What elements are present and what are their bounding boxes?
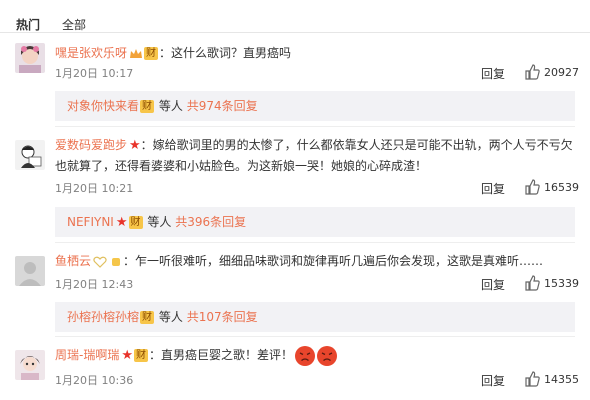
comment-time: 1月20日 12:43	[55, 278, 134, 291]
star-badge-icon: ★	[129, 138, 141, 153]
wealth-badge: 财	[128, 216, 143, 229]
avatar[interactable]	[15, 350, 45, 380]
sub-reply-user[interactable]: 孙榕孙榕孙榕	[67, 310, 139, 324]
thumbs-up-icon[interactable]	[524, 179, 540, 195]
reply-button[interactable]: 回复	[481, 65, 505, 82]
username[interactable]: 嘿是张欢乐呀	[55, 46, 127, 60]
star-badge-icon: ★	[121, 348, 133, 363]
tabs-divider	[0, 32, 590, 33]
divider	[55, 336, 575, 337]
avatar[interactable]	[15, 43, 45, 73]
sub-replies-box[interactable]: NEFIYNI ★ 财 等人 共396条回复	[55, 207, 575, 237]
comment-text: 爱数码爱跑步 ★：嫁给歌词里的男的太惨了，什么都依靠女人还只是可能不出轨，两个人亏…	[55, 135, 575, 177]
angry-face-icon	[317, 345, 338, 366]
wealth-badge: 财	[140, 100, 155, 113]
thumbs-up-icon[interactable]	[524, 371, 540, 387]
user-badges: 财	[127, 43, 159, 64]
reply-button[interactable]: 回复	[481, 372, 505, 389]
username[interactable]: 鱼栖云	[55, 254, 91, 268]
comment-body: ：这什么歌词？直男癌吗	[159, 46, 292, 60]
crown-badge-icon	[130, 48, 143, 58]
sub-reply-count[interactable]: 共396条回复	[175, 215, 246, 229]
like-count: 20927	[544, 66, 579, 79]
comment-tabs: 热门 全部	[0, 8, 590, 32]
username[interactable]: 周瑞-瑞啊瑞	[55, 348, 119, 362]
comment-time: 1月20日 10:21	[55, 182, 134, 195]
comment-text: 周瑞-瑞啊瑞 ★ 财：直男癌巨婴之歌！差评！	[55, 345, 575, 366]
like-count: 14355	[544, 373, 579, 386]
like-count: 15339	[544, 277, 579, 290]
wealth-badge: 财	[134, 349, 148, 362]
sub-reply-middle: 等人	[147, 215, 172, 229]
comment-text: 嘿是张欢乐呀 财：这什么歌词？直男癌吗	[55, 43, 575, 64]
comment-time: 1月20日 10:17	[55, 67, 134, 80]
avatar[interactable]	[15, 256, 45, 286]
comment-text: 鱼栖云 ：乍一听很难听，细细品味歌词和旋律再听几遍后你会发现，这歌是真难听……	[55, 251, 575, 272]
thumbs-up-icon[interactable]	[524, 64, 540, 80]
reply-button[interactable]: 回复	[481, 180, 505, 197]
comment-body-line1: ：嫁给歌词里的男的太惨了，什么都依靠女人还只是可能不出轨，两个人亏不亏欠	[140, 138, 573, 152]
tab-hot[interactable]: 热门	[16, 16, 40, 33]
cup-badge-icon	[112, 257, 121, 266]
divider	[55, 242, 575, 243]
comment-time: 1月20日 10:36	[55, 374, 134, 387]
comment-body: ：乍一听很难听，细细品味歌词和旋律再听几遍后你会发现，这歌是真难听……	[123, 254, 544, 268]
star-badge-icon: ★	[115, 214, 128, 230]
divider	[55, 126, 575, 127]
username[interactable]: 爱数码爱跑步	[55, 138, 127, 152]
comment-body-line2: 也就算了，还得看婆婆和小姑脸色。为这新娘一哭！她娘的心碎成渣！	[55, 159, 428, 173]
avatar[interactable]	[15, 140, 45, 170]
sub-replies-box[interactable]: 孙榕孙榕孙榕财 等人 共107条回复	[55, 302, 575, 332]
wealth-badge: 财	[144, 47, 159, 60]
user-badges	[91, 251, 123, 272]
like-count: 16539	[544, 181, 579, 194]
reply-button[interactable]: 回复	[481, 276, 505, 293]
angry-face-icon	[295, 345, 316, 366]
sub-reply-middle: 等人	[158, 99, 183, 113]
sub-reply-count[interactable]: 共974条回复	[187, 99, 258, 113]
sub-reply-middle: 等人	[158, 310, 183, 324]
wealth-badge: 财	[140, 311, 155, 324]
sub-reply-count[interactable]: 共107条回复	[187, 310, 258, 324]
sub-reply-user[interactable]: 对象你快来看	[67, 99, 139, 113]
heart-badge-icon	[93, 256, 107, 268]
comment-body: ：直男癌巨婴之歌！差评！	[149, 348, 294, 362]
tab-all[interactable]: 全部	[62, 16, 86, 33]
thumbs-up-icon[interactable]	[524, 275, 540, 291]
sub-replies-box[interactable]: 对象你快来看财 等人 共974条回复	[55, 91, 575, 121]
sub-reply-user[interactable]: NEFIYNI	[67, 215, 114, 229]
